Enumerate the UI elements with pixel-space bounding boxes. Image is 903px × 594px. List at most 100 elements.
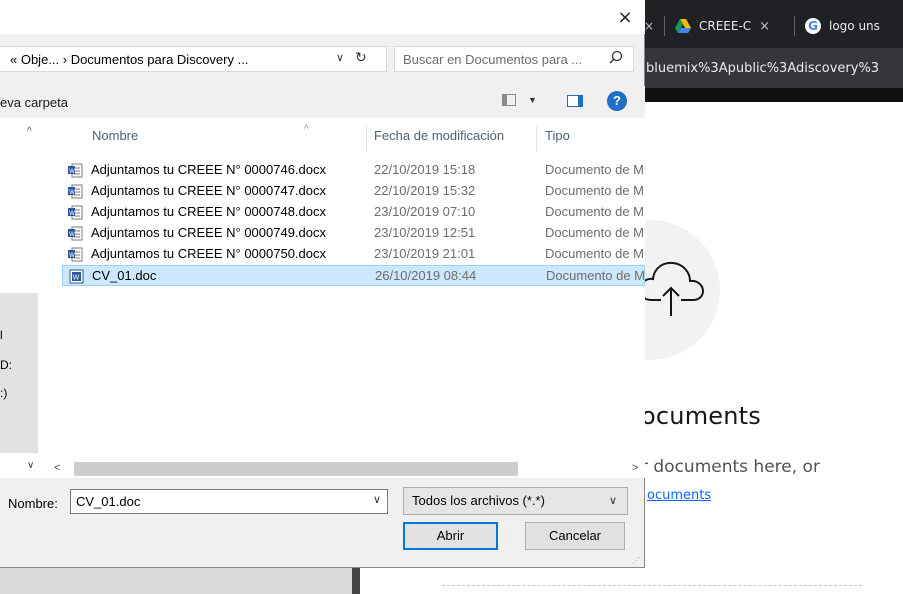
- google-icon: G: [805, 18, 821, 34]
- browser-tab-google[interactable]: G logo uns: [794, 8, 903, 44]
- file-name: Adjuntamos tu CREEE N° 0000746.docx: [91, 162, 326, 177]
- file-type: Documento de M: [545, 246, 644, 261]
- file-row-selected[interactable]: W CV_01.doc 26/10/2019 08:44 Documento d…: [62, 265, 645, 286]
- file-type: Documento de M: [545, 162, 644, 177]
- chevron-down-icon[interactable]: ∨: [373, 493, 381, 506]
- google-drive-icon: [675, 19, 691, 33]
- tab-separator: [664, 16, 665, 36]
- file-list: W Adjuntamos tu CREEE N° 0000746.docx 22…: [62, 160, 645, 286]
- chevron-down-icon[interactable]: ∨: [336, 51, 344, 64]
- file-date: 23/10/2019 21:01: [374, 246, 476, 261]
- open-file-dialog: × « Obje... › Documentos para Discovery …: [0, 0, 645, 568]
- file-type: Documento de M: [545, 225, 644, 240]
- tab-close-icon[interactable]: ×: [759, 19, 770, 34]
- svg-text:W: W: [69, 189, 75, 196]
- url-text: bluemix%3Apublic%3Adiscovery%3: [646, 60, 880, 76]
- help-icon[interactable]: ?: [607, 91, 627, 111]
- dialog-toolbar: eva carpeta ▼ ?: [0, 86, 645, 118]
- file-type-filter-value: Todos los archivos (*.*): [412, 493, 545, 508]
- tab-close-icon[interactable]: ×: [644, 19, 654, 33]
- filename-input[interactable]: CV_01.doc ∨: [70, 489, 388, 514]
- file-name: Adjuntamos tu CREEE N° 0000750.docx: [91, 246, 326, 261]
- breadcrumb[interactable]: « Obje... › Documentos para Discovery ..…: [10, 52, 248, 67]
- browse-documents-link[interactable]: ocuments: [647, 488, 711, 503]
- new-folder-button[interactable]: eva carpeta: [0, 95, 68, 110]
- column-header-date[interactable]: Fecha de modificación: [374, 128, 504, 143]
- file-name: Adjuntamos tu CREEE N° 0000747.docx: [91, 183, 326, 198]
- word-doc-icon: W: [69, 269, 84, 284]
- word-docx-icon: W: [68, 205, 83, 220]
- file-browser-area: ^ l D: :) ∨ Nombre ^ Fecha de modificaci…: [0, 118, 645, 478]
- word-docx-icon: W: [68, 226, 83, 241]
- file-row[interactable]: W Adjuntamos tu CREEE N° 0000749.docx 23…: [62, 223, 645, 244]
- caret-down-icon[interactable]: ▼: [528, 95, 537, 105]
- nav-item-label[interactable]: :): [0, 386, 7, 400]
- preview-pane-icon[interactable]: [567, 95, 583, 107]
- refresh-icon[interactable]: ↻: [355, 49, 367, 66]
- file-type-filter[interactable]: Todos los archivos (*.*) ∨: [403, 487, 628, 515]
- browser-url-bar[interactable]: bluemix%3Apublic%3Adiscovery%3: [640, 48, 903, 88]
- file-type: Documento de M: [545, 183, 644, 198]
- scrollbar-thumb[interactable]: [74, 462, 518, 476]
- file-name: CV_01.doc: [92, 268, 157, 283]
- nav-item-label[interactable]: l: [0, 328, 3, 342]
- view-options-icon[interactable]: [502, 94, 516, 106]
- browser-tab-label: logo uns: [829, 19, 880, 33]
- file-row[interactable]: W Adjuntamos tu CREEE N° 0000746.docx 22…: [62, 160, 645, 181]
- file-date: 22/10/2019 15:32: [374, 183, 476, 198]
- file-type: Documento de M: [546, 268, 645, 283]
- scroll-left-icon[interactable]: <: [54, 462, 60, 474]
- file-row[interactable]: W Adjuntamos tu CREEE N° 0000750.docx 23…: [62, 244, 645, 265]
- column-separator[interactable]: [366, 126, 367, 152]
- word-docx-icon: W: [68, 247, 83, 262]
- sort-ascending-icon: ^: [304, 124, 309, 135]
- browser-tab-label: CREEE-C: [699, 19, 752, 33]
- svg-text:W: W: [69, 168, 75, 175]
- background-panel: [0, 568, 360, 594]
- column-header-name[interactable]: Nombre ^: [92, 124, 309, 143]
- open-button[interactable]: Abrir: [403, 522, 498, 550]
- file-date: 23/10/2019 07:10: [374, 204, 476, 219]
- search-input[interactable]: Buscar en Documentos para ...: [394, 46, 634, 72]
- page-header-strip: [640, 88, 903, 102]
- browser-tab-creee[interactable]: CREEE-C ×: [664, 8, 794, 44]
- column-header-type[interactable]: Tipo: [545, 128, 570, 143]
- scroll-right-icon[interactable]: >: [632, 462, 638, 474]
- horizontal-scrollbar[interactable]: < >: [42, 462, 645, 478]
- scroll-up-icon[interactable]: ^: [27, 126, 32, 137]
- file-name: Adjuntamos tu CREEE N° 0000748.docx: [91, 204, 326, 219]
- dropzone-border: [442, 585, 862, 586]
- nav-pane-panel: [0, 293, 38, 453]
- file-name: Adjuntamos tu CREEE N° 0000749.docx: [91, 225, 326, 240]
- cloud-upload-icon: [639, 261, 705, 316]
- search-placeholder: Buscar en Documentos para ...: [403, 51, 583, 67]
- upload-subtitle: r documents here, or: [641, 457, 820, 477]
- address-bar[interactable]: « Obje... › Documentos para Discovery ..…: [0, 46, 387, 72]
- svg-text:W: W: [69, 231, 75, 238]
- filename-value: CV_01.doc: [76, 494, 141, 509]
- cancel-button[interactable]: Cancelar: [525, 522, 625, 550]
- navigation-pane[interactable]: ^ l D: :) ∨: [0, 118, 42, 476]
- column-separator[interactable]: [536, 126, 537, 152]
- upload-title: ocuments: [641, 402, 761, 430]
- filename-label: Nombre:: [8, 496, 58, 511]
- browser-tab-strip: × CREEE-C × G logo uns: [640, 0, 903, 48]
- chevron-down-icon[interactable]: ∨: [609, 494, 617, 507]
- scroll-down-icon[interactable]: ∨: [27, 460, 34, 471]
- file-type: Documento de M: [545, 204, 644, 219]
- column-name-label: Nombre: [92, 128, 139, 143]
- file-row[interactable]: W Adjuntamos tu CREEE N° 0000747.docx 22…: [62, 181, 645, 202]
- browser-tab-partial[interactable]: ×: [644, 8, 654, 44]
- file-date: 22/10/2019 15:18: [374, 162, 476, 177]
- svg-text:W: W: [69, 252, 75, 259]
- tab-separator: [794, 16, 795, 36]
- file-date: 23/10/2019 12:51: [374, 225, 476, 240]
- word-docx-icon: W: [68, 163, 83, 178]
- close-icon[interactable]: ×: [614, 9, 636, 29]
- nav-item-label[interactable]: D:: [0, 358, 12, 372]
- resize-grip-icon[interactable]: ⋰: [632, 556, 640, 565]
- file-row[interactable]: W Adjuntamos tu CREEE N° 0000748.docx 23…: [62, 202, 645, 223]
- svg-text:W: W: [69, 210, 75, 217]
- dialog-titlebar: ×: [0, 0, 645, 34]
- search-icon[interactable]: [609, 50, 623, 64]
